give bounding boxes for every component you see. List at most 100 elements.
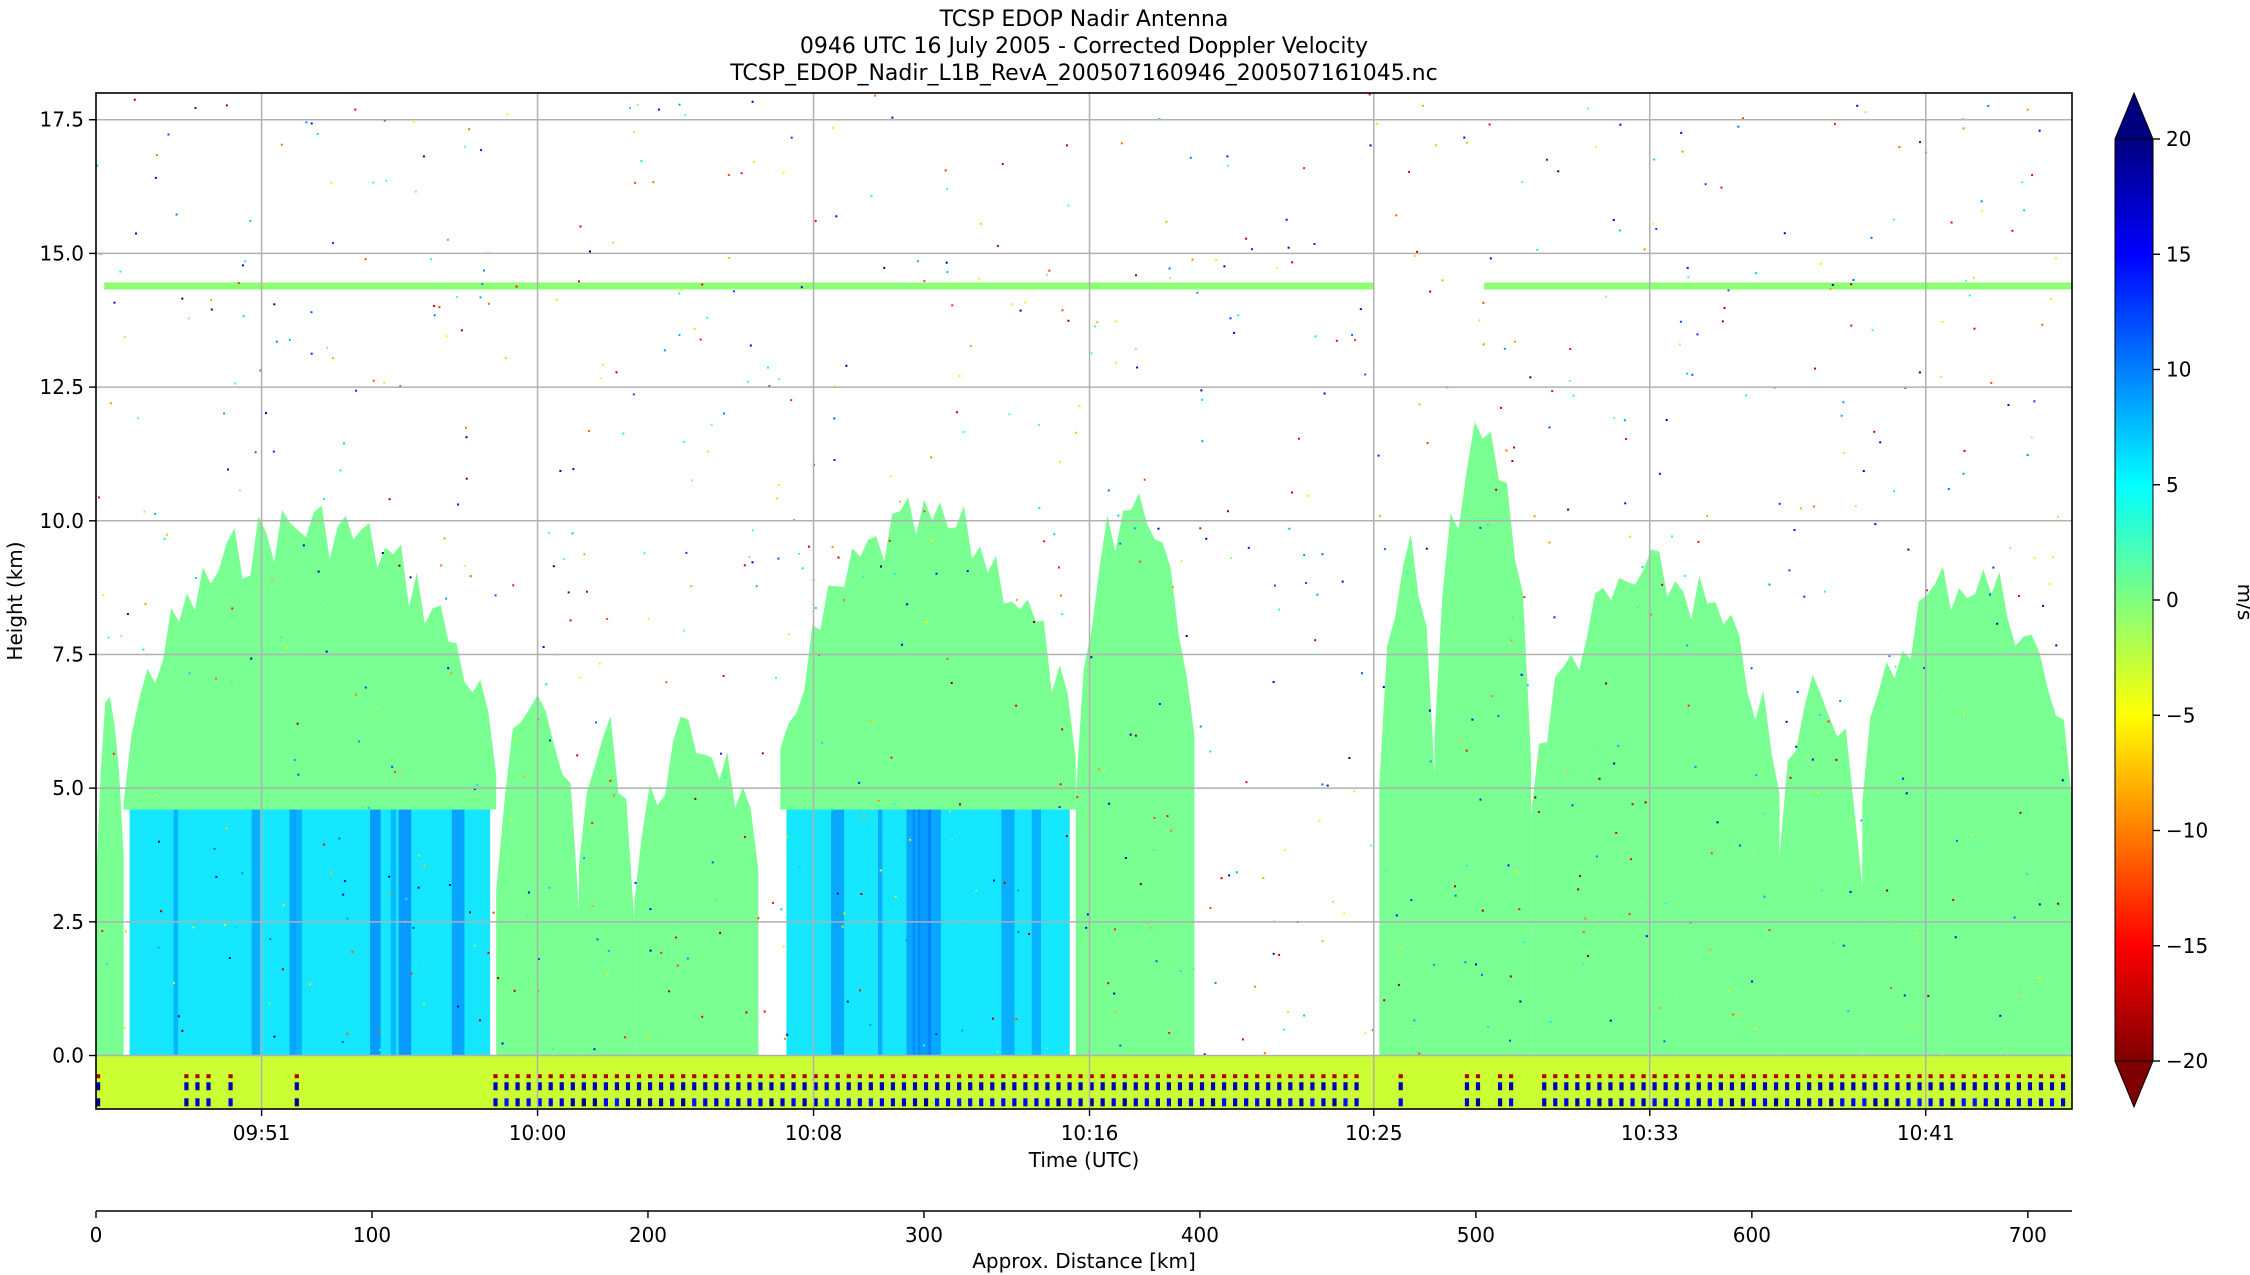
noise-speck xyxy=(358,740,360,743)
noise-speck xyxy=(578,280,580,283)
surface-stripe xyxy=(1166,1098,1171,1107)
surface-stripe xyxy=(1177,1074,1183,1079)
noise-speck xyxy=(1185,635,1188,637)
surface-stripe xyxy=(934,1074,940,1079)
surface-stripe xyxy=(184,1098,189,1107)
noise-speck xyxy=(1383,548,1386,551)
noise-speck xyxy=(586,590,588,593)
noise-speck xyxy=(1114,320,1117,323)
surface-stripe xyxy=(946,1098,951,1107)
surface-stripe xyxy=(1354,1074,1359,1079)
surface-stripe xyxy=(1983,1082,1988,1091)
noise-speck xyxy=(177,1015,180,1018)
colorbar-extend-min xyxy=(2114,1060,2154,1109)
surface-stripe xyxy=(2027,1098,2033,1107)
noise-speck xyxy=(571,532,574,535)
noise-speck xyxy=(342,893,345,896)
surface-stripe xyxy=(912,1082,918,1091)
noise-speck xyxy=(326,346,328,349)
noise-speck xyxy=(719,932,722,935)
surface-stripe xyxy=(1475,1074,1481,1079)
surface-stripe xyxy=(846,1082,851,1091)
noise-speck xyxy=(494,594,497,597)
noise-speck xyxy=(2038,129,2041,132)
noise-speck xyxy=(1823,590,1826,593)
noise-speck xyxy=(1636,606,1639,609)
noise-speck xyxy=(465,477,468,480)
surface-stripe xyxy=(1762,1082,1768,1091)
noise-speck xyxy=(862,575,865,578)
surface-stripe xyxy=(1729,1082,1734,1091)
noise-speck xyxy=(1134,347,1137,350)
noise-speck xyxy=(518,1023,521,1026)
noise-speck xyxy=(1133,527,1136,530)
noise-speck xyxy=(1199,527,1202,530)
distance-axis-label: Approx. Distance [km] xyxy=(972,1249,1196,1273)
surface-stripe xyxy=(636,1074,642,1079)
noise-speck xyxy=(1582,931,1585,933)
noise-speck xyxy=(870,195,873,198)
noise-speck xyxy=(1681,150,1684,153)
noise-speck xyxy=(515,285,518,288)
noise-speck xyxy=(215,875,218,878)
noise-speck xyxy=(364,258,367,261)
noise-speck xyxy=(376,707,379,710)
noise-speck xyxy=(1624,502,1627,505)
noise-speck xyxy=(1075,431,1078,434)
surface-stripe xyxy=(206,1098,211,1107)
noise-speck xyxy=(1114,362,1117,364)
surface-stripe xyxy=(879,1098,884,1107)
surface-stripe xyxy=(1862,1074,1867,1079)
noise-speck xyxy=(1839,699,1842,702)
noise-speck xyxy=(629,107,631,109)
noise-speck xyxy=(2017,595,2020,597)
noise-speck xyxy=(1680,601,1683,604)
noise-speck xyxy=(158,840,160,843)
noise-speck xyxy=(1785,720,1788,723)
surface-stripe xyxy=(592,1098,597,1107)
surface-stripe xyxy=(890,1082,896,1091)
surface-stripe xyxy=(1144,1074,1149,1079)
noise-speck xyxy=(316,132,319,135)
noise-speck xyxy=(1860,819,1863,822)
noise-speck xyxy=(460,329,463,332)
noise-speck xyxy=(1165,220,1168,223)
noise-speck xyxy=(966,570,969,573)
noise-speck xyxy=(1796,690,1799,693)
surface-stripe xyxy=(791,1074,796,1079)
noise-speck xyxy=(2057,515,2059,518)
surface-stripe xyxy=(957,1074,962,1079)
noise-speck xyxy=(1233,331,1236,334)
noise-speck xyxy=(172,982,175,984)
noise-speck xyxy=(194,107,197,109)
surface-stripe xyxy=(681,1098,686,1107)
noise-speck xyxy=(978,277,981,280)
y-tick-label: 5.0 xyxy=(52,776,84,800)
x-tick-label: 10:33 xyxy=(1621,1121,1679,1145)
noise-speck xyxy=(1598,777,1601,780)
surface-stripe xyxy=(758,1074,763,1079)
noise-speck xyxy=(786,1033,789,1036)
noise-speck xyxy=(1549,1020,1552,1023)
noise-speck xyxy=(1789,776,1792,779)
surface-stripe xyxy=(1475,1098,1481,1107)
surface-stripe xyxy=(1696,1098,1701,1107)
noise-speck xyxy=(1989,593,1991,596)
surface-stripe xyxy=(1630,1074,1635,1079)
noise-speck xyxy=(241,264,244,267)
surface-stripe xyxy=(923,1082,929,1091)
noise-speck xyxy=(1950,221,1953,224)
noise-speck xyxy=(1752,851,1755,854)
noise-speck xyxy=(893,573,896,575)
noise-speck xyxy=(1515,870,1518,873)
noise-speck xyxy=(923,1044,925,1047)
noise-speck xyxy=(2032,883,2035,886)
noise-speck xyxy=(1129,733,1132,736)
surface-stripe xyxy=(1497,1074,1503,1079)
noise-speck xyxy=(722,674,725,677)
noise-speck xyxy=(237,282,240,284)
noise-speck xyxy=(863,815,865,818)
surface-stripe xyxy=(581,1074,586,1079)
surface-stripe xyxy=(1155,1074,1160,1079)
noise-speck xyxy=(418,854,421,857)
